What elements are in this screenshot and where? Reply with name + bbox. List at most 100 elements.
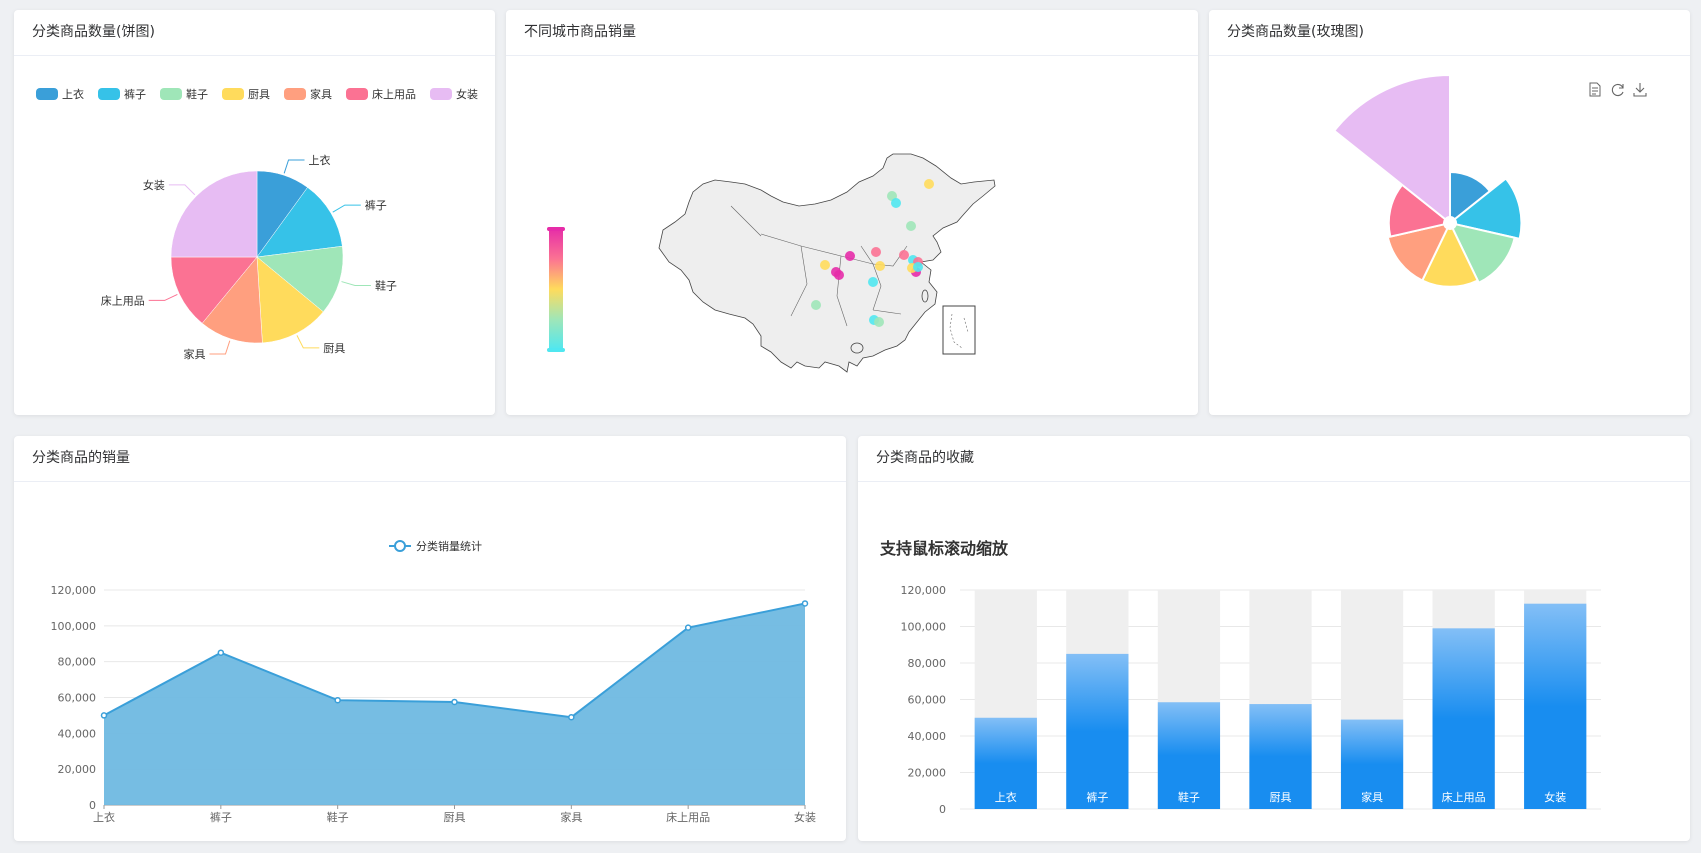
y-tick-label: 80,000 <box>908 657 947 670</box>
legend-label[interactable]: 上衣 <box>62 87 84 101</box>
city-point[interactable] <box>875 261 885 271</box>
pie-label: 鞋子 <box>375 278 397 292</box>
city-point[interactable] <box>871 247 881 257</box>
x-tick-label: 家具 <box>560 810 582 824</box>
download-icon[interactable] <box>1633 83 1647 97</box>
legend-swatch[interactable] <box>36 88 58 100</box>
bar-category-label: 厨具 <box>1270 791 1292 804</box>
city-point[interactable] <box>899 250 909 260</box>
bar[interactable] <box>1524 603 1587 809</box>
y-tick-label: 80,000 <box>58 656 97 669</box>
pie-slice[interactable] <box>170 170 258 258</box>
china-map-chart[interactable] <box>506 56 1198 415</box>
y-tick-label: 100,000 <box>51 620 97 633</box>
legend-label[interactable]: 裤子 <box>124 87 146 101</box>
data-point[interactable] <box>684 624 692 631</box>
rose-chart <box>1333 74 1647 288</box>
pie-label: 家具 <box>183 347 205 361</box>
city-point[interactable] <box>874 317 884 327</box>
legend-label: 分类销量统计 <box>416 539 482 553</box>
refresh-icon-shape <box>1611 84 1624 96</box>
inset-islands <box>949 313 969 349</box>
bar-card: 分类商品的收藏 支持鼠标滚动缩放 0 20,000 40,000 60,000 80,00… <box>858 436 1690 841</box>
line-legend[interactable]: 分类销量统计 <box>389 539 482 553</box>
legend-swatch[interactable] <box>284 88 306 100</box>
refresh-icon[interactable] <box>1611 84 1624 96</box>
visualmap-handle-bottom[interactable] <box>547 348 565 352</box>
data-point[interactable] <box>801 600 809 607</box>
bar-category-label: 家具 <box>1361 790 1383 804</box>
pie-label: 床上用品 <box>101 293 145 307</box>
legend-swatch[interactable] <box>346 88 368 100</box>
pie-label: 上衣 <box>309 153 331 167</box>
bar-category-label: 女装 <box>1544 790 1566 804</box>
legend-marker <box>394 540 406 552</box>
area-chart: 分类销量统计020,00040,00060,00080,000100,00012… <box>51 539 817 824</box>
bar[interactable] <box>1432 628 1495 809</box>
city-point[interactable] <box>924 179 934 189</box>
data-point[interactable] <box>100 712 108 719</box>
data-point[interactable] <box>451 698 458 706</box>
rose-card: 分类商品数量(玫瑰图) <box>1209 10 1690 415</box>
line-card-title: 分类商品的销量 <box>14 436 846 482</box>
legend-label[interactable]: 厨具 <box>248 88 270 101</box>
document-icon[interactable] <box>1589 82 1601 97</box>
bar-category-label: 裤子 <box>1086 790 1108 804</box>
pie-chart: 上衣 裤子 鞋子 厨具 家具 床上用品 女装上衣裤子鞋子厨具家具床上用品女装 <box>36 87 478 361</box>
city-point[interactable] <box>820 260 830 270</box>
bar-chart[interactable]: 支持鼠标滚动缩放 0 20,000 40,000 60,000 80,000 100,000… <box>858 482 1690 841</box>
city-point[interactable] <box>845 251 855 261</box>
x-tick-label: 上衣 <box>93 810 115 824</box>
pie-label-line <box>148 294 178 301</box>
x-tick-label: 厨具 <box>444 811 466 824</box>
data-point[interactable] <box>568 713 575 721</box>
bar-chart-subtitle: 支持鼠标滚动缩放 <box>879 539 1009 558</box>
city-point[interactable] <box>913 262 923 272</box>
legend-label[interactable]: 床上用品 <box>372 87 416 101</box>
city-point[interactable] <box>834 270 844 280</box>
y-tick-label: 40,000 <box>908 730 947 743</box>
x-tick-label: 床上用品 <box>666 810 710 824</box>
city-point[interactable] <box>811 300 821 310</box>
legend-label[interactable]: 家具 <box>310 87 332 101</box>
city-point[interactable] <box>891 198 901 208</box>
legend-swatch[interactable] <box>222 88 244 100</box>
map-card-title: 不同城市商品销量 <box>506 10 1198 56</box>
x-tick-label: 鞋子 <box>327 810 349 824</box>
y-tick-label: 60,000 <box>908 694 947 707</box>
legend-swatch[interactable] <box>160 88 182 100</box>
x-tick-label: 女装 <box>794 810 816 824</box>
south-china-sea-inset <box>942 305 976 355</box>
pie-card: 分类商品数量(饼图) 上衣 裤子 鞋子 厨具 家具 床上用品 女装 上衣 裤子 鞋子 厨具 家具 床上用… <box>14 10 495 415</box>
rose-slice[interactable] <box>1333 74 1451 221</box>
pie-label-line <box>168 184 196 196</box>
legend-label[interactable]: 鞋子 <box>186 87 208 101</box>
download-icon-shape <box>1633 83 1647 97</box>
bar[interactable] <box>1066 653 1129 809</box>
y-tick-label: 40,000 <box>58 727 97 740</box>
document-icon-shape <box>1589 82 1601 97</box>
rose-card-title: 分类商品数量(玫瑰图) <box>1209 10 1690 56</box>
pie-label: 女装 <box>143 178 165 192</box>
legend-swatch[interactable] <box>430 88 452 100</box>
pie-label-line <box>341 281 371 286</box>
legend-label[interactable]: 女装 <box>456 87 478 101</box>
city-point[interactable] <box>868 277 878 287</box>
y-tick-label: 0 <box>939 803 946 816</box>
bar-card-title: 分类商品的收藏 <box>858 436 1690 482</box>
line-card: 分类商品的销量 分类销量统计 0 20,000 40,000 60,000 80,000 1… <box>14 436 846 841</box>
y-tick-label: 120,000 <box>51 584 97 597</box>
city-point[interactable] <box>906 221 916 231</box>
bar-category-label: 床上用品 <box>1442 790 1486 804</box>
map-card: 不同城市商品销量 <box>506 10 1198 415</box>
pie-label: 厨具 <box>323 342 345 355</box>
y-tick-label: 100,000 <box>901 621 947 634</box>
hainan-island <box>850 342 864 354</box>
visualmap-handle-top[interactable] <box>547 227 565 231</box>
visualmap-bar[interactable] <box>549 228 563 350</box>
legend-swatch[interactable] <box>98 88 120 100</box>
pie-label-line <box>209 340 231 355</box>
bar-category-label: 鞋子 <box>1178 790 1200 804</box>
data-point[interactable] <box>217 649 225 656</box>
data-point[interactable] <box>334 696 341 704</box>
